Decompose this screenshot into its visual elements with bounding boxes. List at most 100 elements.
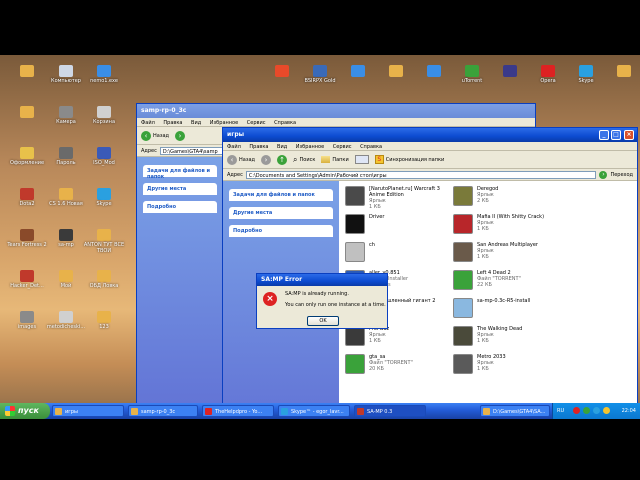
- desktop-icon-label: Skype: [578, 78, 594, 84]
- window-title-games[interactable]: игры _ □ ×: [223, 128, 637, 142]
- tray-icon-1[interactable]: [573, 407, 580, 414]
- task-other-places[interactable]: Другие места: [229, 207, 333, 219]
- forward-button[interactable]: ›: [261, 154, 272, 165]
- file-item[interactable]: The Walking Dead Ярлык 1 КБ: [453, 325, 563, 349]
- address-field[interactable]: C:\Documents and Settings\Admin\Рабочий …: [245, 170, 597, 179]
- close-button[interactable]: ×: [624, 130, 634, 140]
- desktop-icon[interactable]: images: [5, 311, 49, 330]
- file-item[interactable]: Driver: [345, 213, 455, 237]
- menu-tools[interactable]: Сервис: [333, 144, 352, 150]
- desktop-icon-image: [20, 311, 34, 323]
- taskbar-app-icon: [483, 408, 490, 415]
- desktop-icon[interactable]: ОБД Ловка: [82, 270, 126, 289]
- ok-button[interactable]: OK: [307, 316, 339, 326]
- tray-icon-2[interactable]: [583, 407, 590, 414]
- file-item[interactable]: San Andreas Multiplayer Ярлык 1 КБ: [453, 241, 563, 265]
- menu-file[interactable]: Файл: [227, 144, 241, 150]
- task-other-places[interactable]: Другие места: [143, 183, 217, 195]
- desktop-icon[interactable]: nemo1.exe: [82, 65, 126, 84]
- views-button[interactable]: [354, 155, 369, 164]
- menu-edit[interactable]: Правка: [163, 120, 182, 126]
- menu-view[interactable]: Вид: [277, 144, 287, 150]
- file-item[interactable]: [NarutoPlanet.ru] Warcraft 3 Anime Editi…: [345, 185, 455, 210]
- go-arrow-icon[interactable]: ›: [599, 170, 608, 179]
- taskbar-app-icon: [55, 408, 62, 415]
- file-item[interactable]: sa-mp-0.3c-R5-install: [453, 297, 563, 321]
- menu-help[interactable]: Справка: [274, 120, 296, 126]
- minimize-button[interactable]: _: [599, 130, 609, 140]
- taskbar-app-icon: [205, 408, 212, 415]
- file-item[interactable]: Mafia II (With Shitty Crack) Ярлык 1 КБ: [453, 213, 563, 237]
- tray-icon-3[interactable]: [593, 407, 600, 414]
- desktop-icon-image: [59, 311, 73, 323]
- file-item[interactable]: Left 4 Dead 2 Файл "TORRENT" 22 КБ: [453, 269, 563, 293]
- desktop-icon[interactable]: Оформление: [5, 147, 49, 166]
- desktop-icon[interactable]: [5, 65, 49, 78]
- desktop-icon-label: ANTON ТУТ ВСЕ ТВОИ: [83, 242, 125, 254]
- desktop-icon[interactable]: Tears Fortress 2: [5, 229, 49, 248]
- forward-button[interactable]: ›: [175, 130, 186, 141]
- file-icon: [345, 326, 365, 346]
- file-item[interactable]: Metro 2033 Ярлык 1 КБ: [453, 353, 563, 377]
- taskbar-button[interactable]: D:\Games\GTA4\SA...: [480, 405, 550, 417]
- desktop-icon-label: uTorrent: [461, 78, 483, 84]
- back-button[interactable]: ‹ Назад: [141, 130, 169, 141]
- file-icon: [345, 214, 365, 234]
- search-button[interactable]: ⌕ Поиск: [293, 155, 315, 165]
- task-details[interactable]: Подробно: [143, 201, 217, 213]
- desktop-icon-label: 123: [99, 324, 109, 330]
- menu-view[interactable]: Вид: [191, 120, 201, 126]
- desktop-icon[interactable]: ANTON ТУТ ВСЕ ТВОИ: [82, 229, 126, 254]
- desktop: Компьютер nemo1.exe Камера Корзина Оформлени…: [0, 55, 640, 419]
- menu-file[interactable]: Файл: [141, 120, 155, 126]
- taskbar-button[interactable]: SA-MP 0.3: [354, 405, 426, 417]
- desktop-icon[interactable]: [602, 65, 640, 78]
- desktop-icon[interactable]: 123: [82, 311, 126, 330]
- desktop-icon[interactable]: Hacker_Det...: [5, 270, 49, 289]
- task-files-folders[interactable]: Задачи для файлов и папок: [229, 189, 333, 201]
- window-title-samp[interactable]: samp-rp-0_3c: [137, 104, 535, 118]
- menu-favorites[interactable]: Избранное: [296, 144, 324, 150]
- file-item[interactable]: gta_sa Файл "TORRENT" 20 КБ: [345, 353, 455, 377]
- task-details[interactable]: Подробно: [229, 225, 333, 237]
- menu-edit[interactable]: Правка: [249, 144, 268, 150]
- file-size: 1 КБ: [369, 338, 381, 344]
- taskbar-button[interactable]: игры: [52, 405, 124, 417]
- taskbar-button[interactable]: samp-rp-0_3c: [128, 405, 198, 417]
- toolbar: ‹ Назад › ↑ ⌕ Поиск Папки S Синхронизация п…: [223, 151, 637, 169]
- desktop-icon-image: [541, 65, 555, 77]
- clock[interactable]: 22:04: [622, 408, 636, 414]
- go-button[interactable]: Переход: [610, 172, 633, 178]
- folders-button[interactable]: Папки: [321, 156, 349, 163]
- start-button[interactable]: пуск: [0, 403, 50, 419]
- menu-favorites[interactable]: Избранное: [210, 120, 238, 126]
- taskbar-button[interactable]: Skype™ - egor_lavr...: [278, 405, 350, 417]
- windows-logo-icon: [5, 406, 15, 416]
- dialog-title[interactable]: SA:MP Error: [257, 274, 387, 286]
- back-button[interactable]: ‹ Назад: [227, 154, 255, 165]
- sync-button[interactable]: S Синхронизация папки: [374, 155, 444, 164]
- desktop-icon[interactable]: Корзина: [82, 106, 126, 125]
- desktop-icon[interactable]: Dota2: [5, 188, 49, 207]
- desktop-icon[interactable]: ISO_Mod: [82, 147, 126, 166]
- up-folder-button[interactable]: ↑: [277, 154, 288, 165]
- samp-error-dialog[interactable]: SA:MP Error × SA:MP is already running. …: [256, 273, 388, 329]
- menu-bar: Файл Правка Вид Избранное Сервис Справка: [223, 142, 637, 151]
- tray-icon-4[interactable]: [603, 407, 610, 414]
- menu-tools[interactable]: Сервис: [247, 120, 266, 126]
- desktop-icon-image: [313, 65, 327, 77]
- file-item[interactable]: ch: [345, 241, 455, 265]
- menu-help[interactable]: Справка: [360, 144, 382, 150]
- desktop-icon-label: ISO_Mod: [93, 160, 115, 166]
- desktop-icon[interactable]: Skype: [82, 188, 126, 207]
- language-indicator[interactable]: RU: [557, 408, 564, 414]
- file-item[interactable]: Deregod Ярлык 2 КБ: [453, 185, 563, 209]
- desktop-icon[interactable]: [5, 106, 49, 119]
- desktop-icon-image: [97, 106, 111, 118]
- desktop-icon-image: [389, 65, 403, 77]
- task-files-folders[interactable]: Задачи для файлов и папок: [143, 165, 217, 180]
- desktop-icon-label: Dota2: [19, 201, 35, 207]
- taskbar-button[interactable]: TheHelpdpro - Yo...: [202, 405, 274, 417]
- maximize-button[interactable]: □: [611, 130, 621, 140]
- file-icon: [453, 270, 473, 290]
